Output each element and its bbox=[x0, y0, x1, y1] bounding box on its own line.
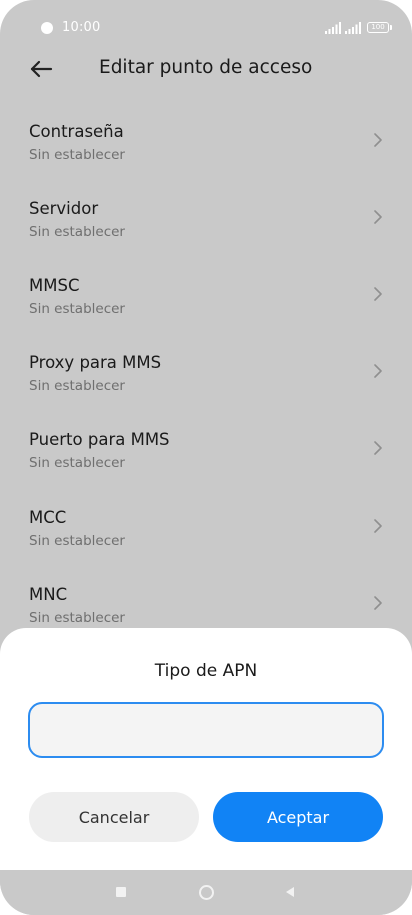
setting-value: Sin establecer bbox=[29, 610, 125, 626]
setting-item-server[interactable]: Servidor Sin establecer bbox=[0, 199, 412, 271]
accept-button[interactable]: Aceptar bbox=[213, 792, 383, 842]
home-icon[interactable] bbox=[199, 885, 214, 900]
battery-icon: 100 bbox=[367, 22, 389, 33]
setting-value: Sin establecer bbox=[29, 301, 125, 317]
battery-level: 100 bbox=[371, 23, 385, 31]
notification-dot-icon bbox=[41, 22, 53, 34]
arrow-left-icon[interactable] bbox=[28, 56, 54, 82]
setting-value: Sin establecer bbox=[29, 455, 125, 471]
chevron-right-icon bbox=[374, 133, 382, 147]
chevron-right-icon bbox=[374, 519, 382, 533]
status-bar: 10:00 100 bbox=[0, 0, 412, 58]
setting-value: Sin establecer bbox=[29, 378, 125, 394]
status-time: 10:00 bbox=[62, 20, 101, 35]
chevron-right-icon bbox=[374, 364, 382, 378]
page-title: Editar punto de acceso bbox=[99, 57, 313, 78]
navigation-bar bbox=[0, 870, 412, 915]
setting-label: Proxy para MMS bbox=[29, 353, 162, 372]
setting-item-mms-proxy[interactable]: Proxy para MMS Sin establecer bbox=[0, 353, 412, 425]
setting-value: Sin establecer bbox=[29, 147, 125, 163]
chevron-right-icon bbox=[374, 441, 382, 455]
setting-label: Servidor bbox=[29, 199, 99, 218]
setting-item-mcc[interactable]: MCC Sin establecer bbox=[0, 508, 412, 580]
setting-label: MCC bbox=[29, 508, 67, 527]
phone-screen: 10:00 100 Editar punto de acceso Contras… bbox=[0, 0, 412, 915]
setting-item-password[interactable]: Contraseña Sin establecer bbox=[0, 122, 412, 194]
setting-label: Contraseña bbox=[29, 122, 124, 141]
apn-type-dialog: Tipo de APN Cancelar Aceptar bbox=[0, 628, 412, 870]
battery-tip bbox=[390, 25, 392, 30]
signal-icon bbox=[345, 22, 361, 34]
cancel-button[interactable]: Cancelar bbox=[29, 792, 199, 842]
chevron-right-icon bbox=[374, 210, 382, 224]
setting-item-mmsc[interactable]: MMSC Sin establecer bbox=[0, 276, 412, 348]
signal-icon bbox=[325, 22, 341, 34]
setting-value: Sin establecer bbox=[29, 533, 125, 549]
setting-value: Sin establecer bbox=[29, 224, 125, 240]
chevron-right-icon bbox=[374, 596, 382, 610]
setting-label: MMSC bbox=[29, 276, 80, 295]
setting-label: Puerto para MMS bbox=[29, 430, 170, 449]
setting-item-mms-port[interactable]: Puerto para MMS Sin establecer bbox=[0, 430, 412, 502]
back-icon[interactable] bbox=[286, 887, 294, 897]
recents-icon[interactable] bbox=[116, 887, 126, 897]
dialog-title: Tipo de APN bbox=[154, 661, 258, 681]
apn-type-input[interactable] bbox=[28, 702, 384, 758]
setting-label: MNC bbox=[29, 585, 68, 604]
chevron-right-icon bbox=[374, 287, 382, 301]
